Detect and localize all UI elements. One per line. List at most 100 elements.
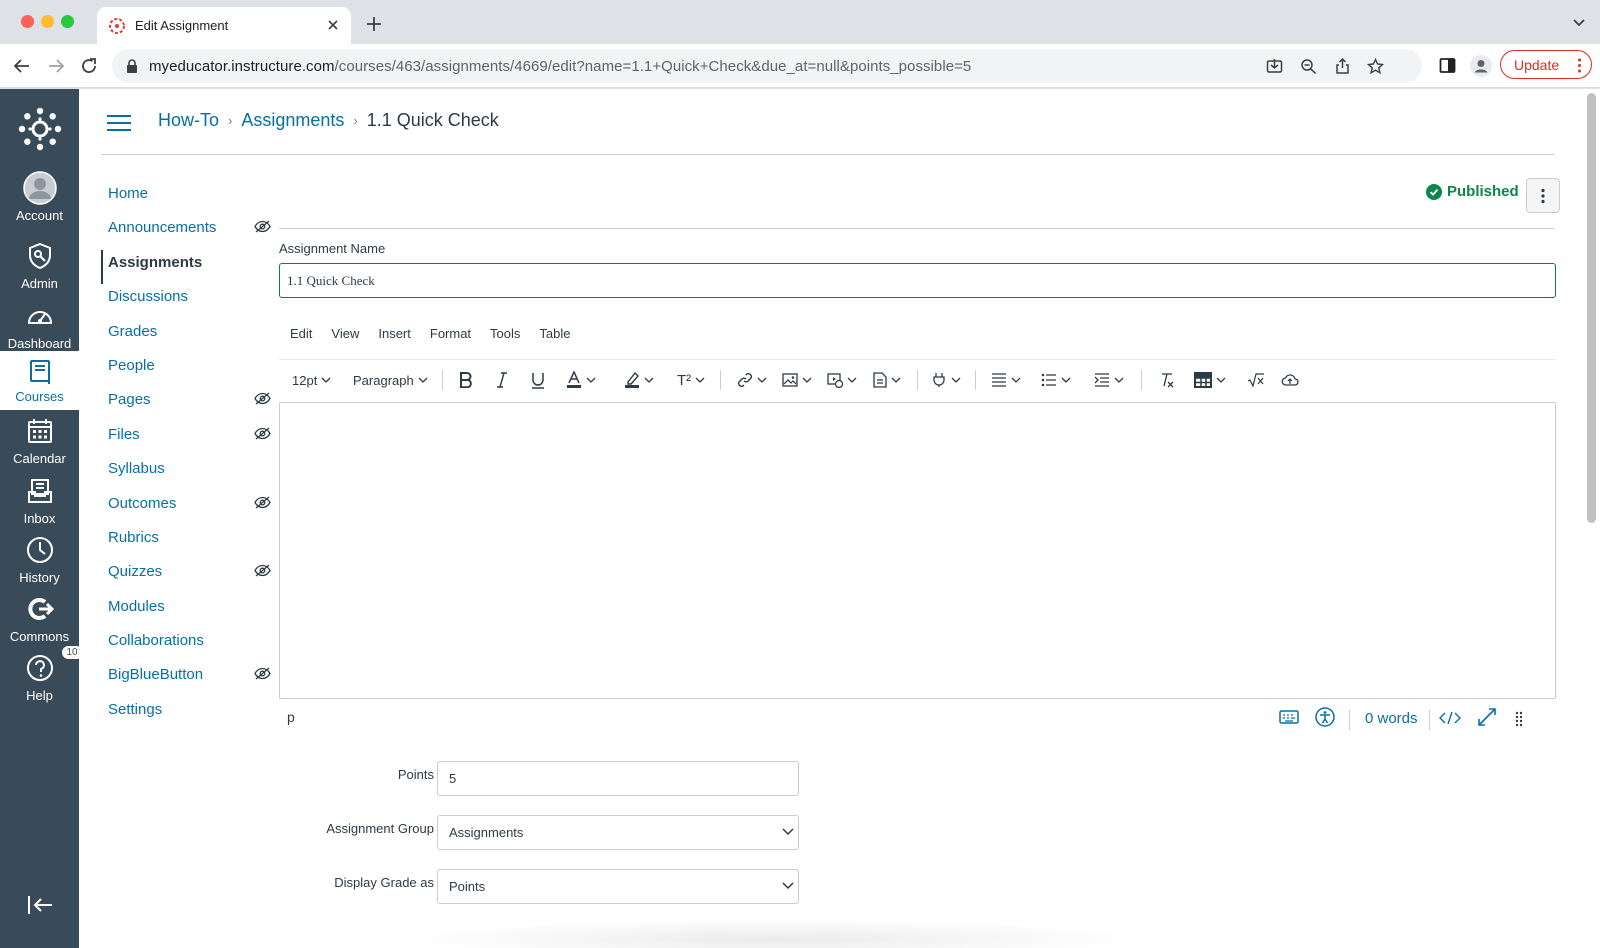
indent-icon (1094, 373, 1109, 387)
assignment-group-select[interactable]: Assignments (437, 815, 799, 850)
align-button[interactable] (991, 370, 1021, 390)
page-scrollbar[interactable] (1587, 93, 1596, 523)
accessibility-checker-icon[interactable] (1315, 707, 1335, 727)
course-nav-item[interactable]: People (101, 353, 271, 387)
browser-tab[interactable]: Edit Assignment (97, 7, 351, 44)
chevron-down-icon (847, 377, 857, 383)
editor-menu-view[interactable]: View (320, 315, 367, 355)
italic-button[interactable] (496, 370, 508, 390)
font-size-dropdown[interactable]: 12pt (292, 370, 331, 390)
course-nav-item[interactable]: Rubrics (101, 525, 271, 559)
global-nav-dashboard[interactable]: Dashboard (0, 299, 79, 351)
course-nav-item[interactable]: Settings (101, 697, 271, 731)
maximize-window-button[interactable] (61, 15, 74, 28)
editor-menu-format[interactable]: Format (419, 315, 479, 355)
text-color-button[interactable] (566, 370, 596, 390)
course-nav-item[interactable]: BigBlueButton (101, 662, 271, 696)
document-button[interactable] (873, 370, 901, 390)
new-tab-icon[interactable] (366, 16, 382, 32)
bookmark-star-icon[interactable] (1367, 58, 1384, 75)
course-nav-label: BigBlueButton (108, 666, 204, 684)
install-app-icon[interactable] (1266, 58, 1283, 75)
toolbar-divider (442, 370, 443, 390)
global-nav-admin[interactable]: Admin (0, 239, 79, 291)
close-tab-icon[interactable] (326, 18, 340, 32)
assignment-name-input[interactable] (279, 263, 1556, 298)
commons-icon (23, 592, 57, 626)
course-menu-toggle-icon[interactable] (107, 114, 131, 132)
breadcrumb-course-link[interactable]: How-To (158, 110, 219, 131)
course-nav-item[interactable]: Modules (101, 594, 271, 628)
resize-handle-icon[interactable] (1515, 711, 1523, 727)
image-button[interactable] (782, 370, 812, 390)
global-nav-commons[interactable]: Commons (0, 592, 79, 644)
more-options-button[interactable] (1526, 178, 1560, 213)
rich-content-editor[interactable] (279, 402, 1556, 699)
canvas-logo[interactable] (0, 107, 79, 151)
points-input[interactable]: 5 (437, 761, 799, 796)
global-nav-account[interactable]: Account (0, 171, 79, 223)
editor-menu-tools[interactable]: Tools (479, 315, 528, 355)
highlight-color-button[interactable] (624, 370, 654, 390)
global-nav-calendar[interactable]: Calendar (0, 414, 79, 466)
highlight-icon (625, 371, 639, 388)
reload-icon[interactable] (80, 57, 98, 75)
chevron-down-icon (644, 377, 654, 383)
forward-arrow-icon[interactable] (47, 57, 65, 75)
media-button[interactable] (827, 370, 857, 390)
apps-button[interactable] (931, 370, 961, 390)
course-nav-item[interactable]: Outcomes (101, 491, 271, 525)
course-nav-item[interactable]: Pages (101, 387, 271, 421)
superscript-button[interactable]: T² (677, 370, 705, 390)
update-chrome-button[interactable]: Update (1500, 50, 1592, 79)
profile-avatar-icon[interactable] (1470, 55, 1492, 77)
zoom-icon[interactable] (1300, 58, 1317, 75)
indent-button[interactable] (1094, 370, 1124, 390)
clear-formatting-button[interactable] (1158, 370, 1174, 390)
display-grade-select[interactable]: Points (437, 869, 799, 904)
share-icon[interactable] (1334, 58, 1351, 75)
course-nav-item[interactable]: Grades (101, 319, 271, 353)
tab-search-chevron-icon[interactable] (1572, 18, 1586, 28)
back-arrow-icon[interactable] (13, 57, 31, 75)
minimize-window-button[interactable] (41, 15, 54, 28)
collapse-nav-button[interactable] (0, 895, 79, 915)
global-nav-courses[interactable]: Courses (0, 351, 79, 410)
close-window-button[interactable] (21, 15, 34, 28)
underline-button[interactable] (531, 370, 545, 390)
course-nav-item[interactable]: Assignments (101, 249, 271, 285)
course-nav-item[interactable]: Collaborations (101, 628, 271, 662)
bold-button[interactable] (459, 370, 473, 390)
global-nav-help[interactable]: 10 Help (0, 645, 84, 703)
link-button[interactable] (737, 370, 767, 390)
html-editor-icon[interactable] (1439, 711, 1461, 725)
editor-menu-table[interactable]: Table (528, 315, 578, 355)
hidden-from-students-icon (254, 220, 271, 233)
course-nav-item[interactable]: Files (101, 422, 271, 456)
text-color-icon (567, 371, 581, 388)
course-nav-label: Collaborations (108, 632, 204, 650)
address-bar[interactable]: myeducator.instructure.com/courses/463/a… (112, 49, 1422, 83)
fullscreen-icon[interactable] (1477, 707, 1497, 727)
course-nav-item[interactable]: Syllabus (101, 456, 271, 490)
global-nav-history[interactable]: History (0, 533, 79, 585)
equation-button[interactable] (1247, 370, 1265, 390)
global-nav-inbox[interactable]: Inbox (0, 474, 79, 526)
course-nav-item[interactable]: Home (101, 181, 271, 215)
word-count[interactable]: 0 words (1365, 710, 1418, 727)
editor-menu-edit[interactable]: Edit (279, 315, 320, 355)
course-nav-item[interactable]: Quizzes (101, 559, 271, 593)
course-nav-item[interactable]: Discussions (101, 284, 271, 318)
side-panel-icon[interactable] (1439, 57, 1456, 74)
table-button[interactable] (1194, 370, 1226, 390)
upload-cloud-button[interactable] (1281, 370, 1299, 390)
breadcrumb-assignments-link[interactable]: Assignments (241, 110, 344, 131)
list-button[interactable] (1041, 370, 1071, 390)
block-format-dropdown[interactable]: Paragraph (353, 370, 428, 390)
chevron-down-icon (782, 828, 794, 836)
keyboard-shortcuts-icon[interactable] (1279, 709, 1299, 725)
chrome-menu-icon[interactable] (1578, 58, 1581, 73)
editor-menu-insert[interactable]: Insert (367, 315, 419, 355)
course-nav-item[interactable]: Announcements (101, 215, 271, 249)
inbox-icon (23, 474, 57, 508)
